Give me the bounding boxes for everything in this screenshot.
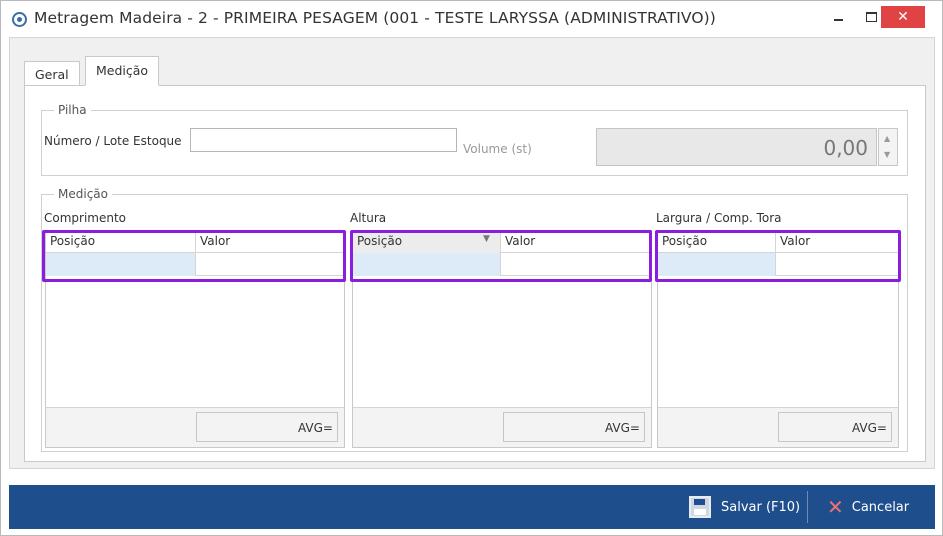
cell-valor[interactable] <box>776 253 899 276</box>
tab-geral[interactable]: Geral <box>24 61 80 85</box>
col-header-posicao[interactable]: Posição ▼ <box>353 231 501 253</box>
avg-summary: AVG= <box>778 412 892 442</box>
col-header-posicao[interactable]: Posição <box>658 231 776 253</box>
comprimento-title: Comprimento <box>44 211 127 225</box>
spin-up-icon[interactable]: ▲ <box>884 134 890 143</box>
col-header-valor[interactable]: Valor <box>776 231 899 253</box>
close-button[interactable]: ✕ <box>881 6 925 28</box>
avg-summary: AVG= <box>503 412 645 442</box>
grid-footer: AVG= <box>353 407 651 447</box>
grid-header: Posição Valor <box>46 231 344 253</box>
cell-valor[interactable] <box>196 253 345 276</box>
col-header-posicao-label: Posição <box>357 234 403 248</box>
window-title: Metragem Madeira - 2 - PRIMEIRA PESAGEM … <box>34 9 716 27</box>
title-bar: Metragem Madeira - 2 - PRIMEIRA PESAGEM … <box>1 1 942 37</box>
col-header-posicao[interactable]: Posição <box>46 231 196 253</box>
dialog-window: Metragem Madeira - 2 - PRIMEIRA PESAGEM … <box>0 0 943 536</box>
cell-posicao[interactable] <box>46 253 196 276</box>
col-header-valor[interactable]: Valor <box>196 231 345 253</box>
largura-grid[interactable]: Posição Valor AVG= <box>657 230 899 448</box>
altura-title: Altura <box>350 211 387 225</box>
grid-footer: AVG= <box>46 407 344 447</box>
volume-field[interactable]: 0,00 <box>596 128 877 166</box>
table-row[interactable] <box>353 253 651 276</box>
save-button[interactable]: Salvar (F10) <box>685 485 800 529</box>
spin-down-icon[interactable]: ▼ <box>884 150 890 159</box>
grid-header: Posição ▼ Valor <box>353 231 651 253</box>
cell-posicao[interactable] <box>658 253 776 276</box>
filter-icon[interactable]: ▼ <box>483 234 490 244</box>
cancel-button[interactable]: ✕ Cancelar <box>827 485 909 529</box>
close-icon: ✕ <box>827 495 844 519</box>
avg-summary: AVG= <box>196 412 338 442</box>
footer-bar: Salvar (F10) ✕ Cancelar <box>9 485 935 529</box>
grid-header: Posição Valor <box>658 231 898 253</box>
numero-lote-label: Número / Lote Estoque <box>44 134 182 148</box>
minimize-button[interactable] <box>825 7 853 27</box>
tab-medicao[interactable]: Medição <box>85 56 160 86</box>
cell-valor[interactable] <box>501 253 652 276</box>
table-row[interactable] <box>658 253 898 276</box>
volume-value: 0,00 <box>823 136 868 160</box>
save-button-label: Salvar (F10) <box>721 499 801 515</box>
app-icon <box>12 12 27 27</box>
col-header-valor[interactable]: Valor <box>501 231 652 253</box>
volume-spinner[interactable]: ▲ ▼ <box>878 128 898 166</box>
largura-title: Largura / Comp. Tora <box>656 211 782 225</box>
grid-footer: AVG= <box>658 407 898 447</box>
numero-lote-input[interactable] <box>190 128 457 152</box>
medicao-group-label: Medição <box>54 187 112 201</box>
comprimento-grid[interactable]: Posição Valor AVG= <box>45 230 345 448</box>
footer-divider <box>807 491 808 523</box>
altura-grid[interactable]: Posição ▼ Valor AVG= <box>352 230 652 448</box>
cell-posicao[interactable] <box>353 253 501 276</box>
pilha-group-label: Pilha <box>54 103 91 117</box>
table-row[interactable] <box>46 253 344 276</box>
floppy-disk-icon <box>689 496 711 518</box>
cancel-button-label: Cancelar <box>851 499 910 515</box>
volume-label: Volume (st) <box>463 142 532 156</box>
